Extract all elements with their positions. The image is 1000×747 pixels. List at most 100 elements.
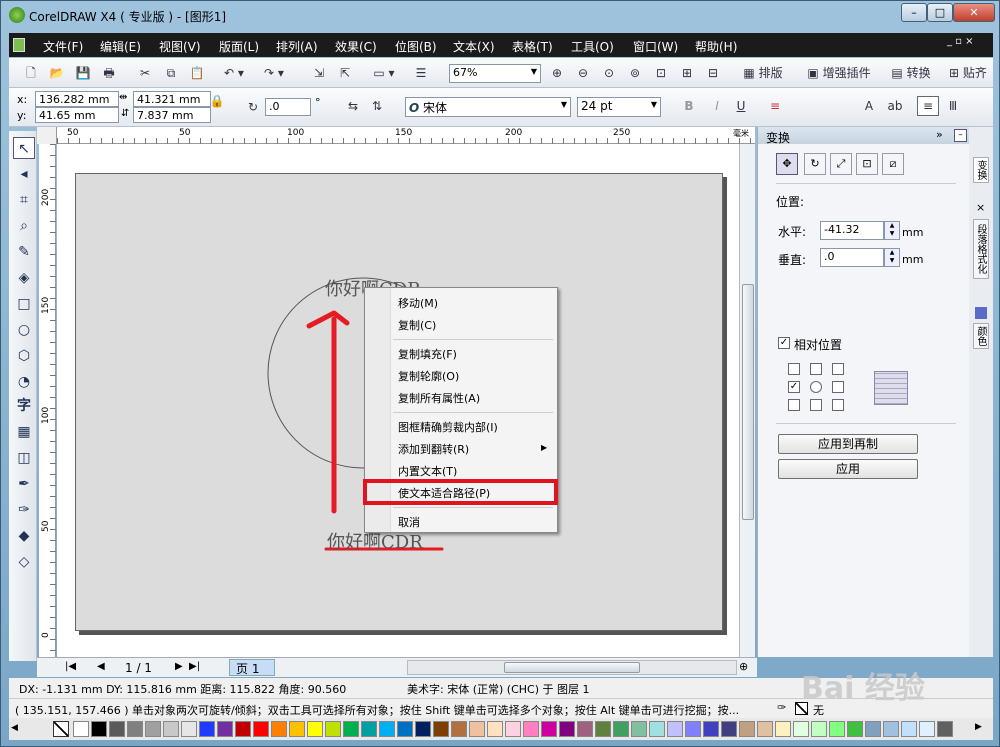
horizontal-spinner[interactable]: ▲ ▼ [884,221,900,240]
palette-swatch[interactable] [613,721,629,737]
palette-swatch[interactable] [937,721,953,737]
palette-swatch[interactable] [199,721,215,737]
menu-item-place-inside-text[interactable]: 内置文本(T) [398,463,457,479]
skew-mode-icon[interactable]: ⧄ [882,153,904,175]
palette-swatch[interactable] [217,721,233,737]
palette-swatch[interactable] [739,721,755,737]
palette-swatch[interactable] [829,721,845,737]
anchor-middle-left[interactable]: ✓ [788,381,800,393]
palette-swatch[interactable] [379,721,395,737]
palette-swatch[interactable] [649,721,665,737]
palette-swatch[interactable] [451,721,467,737]
palette-menu-icon[interactable]: ▶ [975,722,982,732]
menu-item-cancel[interactable]: 取消 [398,514,420,530]
scale-mode-icon[interactable]: ⤢ [830,153,852,175]
apply-to-duplicate-button[interactable]: 应用到再制 [778,434,918,454]
palette-swatch[interactable] [253,721,269,737]
palette-swatch[interactable] [91,721,107,737]
palette-swatch[interactable] [559,721,575,737]
palette-swatch[interactable] [865,721,881,737]
page-tab[interactable]: 页 1 [229,659,275,676]
palette-swatch[interactable] [577,721,593,737]
docker-divider [776,423,956,424]
position-section-label: 位置: [776,195,805,209]
palette-swatch[interactable] [793,721,809,737]
palette-scroll-left-icon[interactable]: ◀ [11,723,18,733]
rotate-mode-icon[interactable]: ↻ [804,153,826,175]
scrollbar-thumb[interactable] [504,662,640,673]
size-mode-icon[interactable]: ⊡ [856,153,878,175]
palette-swatch[interactable] [271,721,287,737]
docker-collapse-icon[interactable]: » [936,128,943,141]
anchor-bottom-right[interactable] [832,399,844,411]
docker-minimize-icon[interactable]: – [954,129,967,142]
palette-swatch[interactable] [541,721,557,737]
relative-position-checkbox[interactable]: ✓ [778,337,790,349]
color-palette: ◀ ▶ [9,718,993,740]
anchor-bottom-left[interactable] [788,399,800,411]
palette-swatch[interactable] [415,721,431,737]
palette-swatch[interactable] [163,721,179,737]
menu-item-copy[interactable]: 复制(C) [398,317,436,333]
palette-swatch[interactable] [505,721,521,737]
status-hint: ( 135.151, 157.466 ) 单击对象两次可旋转/倾斜；双击工具可选… [15,704,740,717]
palette-swatch[interactable] [811,721,827,737]
palette-swatch[interactable] [325,721,341,737]
vertical-field[interactable]: .0 [820,248,884,267]
prev-page-icon[interactable]: ◀ [97,661,105,672]
palette-swatch[interactable] [343,721,359,737]
no-color-swatch[interactable] [53,721,69,737]
menu-item-copy-outline[interactable]: 复制轮廓(O) [398,368,459,384]
palette-swatch[interactable] [595,721,611,737]
anchor-bottom-center[interactable] [810,399,822,411]
menu-item-move[interactable]: 移动(M) [398,295,438,311]
docker-tab-transform[interactable]: 变换 [973,157,989,183]
palette-swatch[interactable] [145,721,161,737]
palette-swatch[interactable] [73,721,89,737]
palette-swatch[interactable] [127,721,143,737]
last-page-icon[interactable]: ▶| [189,661,200,672]
palette-swatch[interactable] [703,721,719,737]
palette-swatch[interactable] [901,721,917,737]
anchor-top-left[interactable] [788,363,800,375]
close-icon[interactable]: × [976,201,985,214]
anchor-middle-right[interactable] [832,381,844,393]
palette-swatch[interactable] [631,721,647,737]
palette-swatch[interactable] [883,721,899,737]
apply-button[interactable]: 应用 [778,459,918,479]
palette-swatch[interactable] [523,721,539,737]
menu-item-copy-all-properties[interactable]: 复制所有属性(A) [398,390,480,406]
palette-swatch[interactable] [667,721,683,737]
anchor-top-center[interactable] [810,363,822,375]
palette-swatch[interactable] [361,721,377,737]
palette-swatch[interactable] [109,721,125,737]
horizontal-field[interactable]: -41.32 [820,221,884,240]
anchor-top-right[interactable] [832,363,844,375]
palette-swatch[interactable] [721,721,737,737]
palette-swatch[interactable] [289,721,305,737]
docker-tab-paragraph[interactable]: 段落格式化 [973,219,989,279]
menu-item-powerclip-inside[interactable]: 图框精确剪裁内部(I) [398,419,498,435]
palette-swatch[interactable] [469,721,485,737]
next-page-icon[interactable]: ▶ [175,661,183,672]
palette-swatch[interactable] [235,721,251,737]
palette-swatch[interactable] [775,721,791,737]
zoom-nav-icon[interactable]: ⊕ [739,660,748,673]
palette-swatch[interactable] [181,721,197,737]
palette-swatch[interactable] [919,721,935,737]
palette-swatch[interactable] [397,721,413,737]
palette-swatch[interactable] [487,721,503,737]
menu-item-add-to-rollover[interactable]: 添加到翻转(R) [398,441,469,457]
palette-swatch[interactable] [685,721,701,737]
docker-tab-color[interactable]: 颜色 [973,323,989,349]
palette-swatch[interactable] [847,721,863,737]
horizontal-scrollbar[interactable] [407,660,737,675]
first-page-icon[interactable]: |◀ [65,661,76,672]
palette-swatch[interactable] [307,721,323,737]
palette-swatch[interactable] [433,721,449,737]
anchor-center[interactable] [810,381,822,393]
menu-item-copy-fill[interactable]: 复制填充(F) [398,346,457,362]
palette-swatch[interactable] [757,721,773,737]
vertical-spinner[interactable]: ▲ ▼ [884,248,900,267]
position-mode-icon[interactable]: ✥ [776,153,798,175]
